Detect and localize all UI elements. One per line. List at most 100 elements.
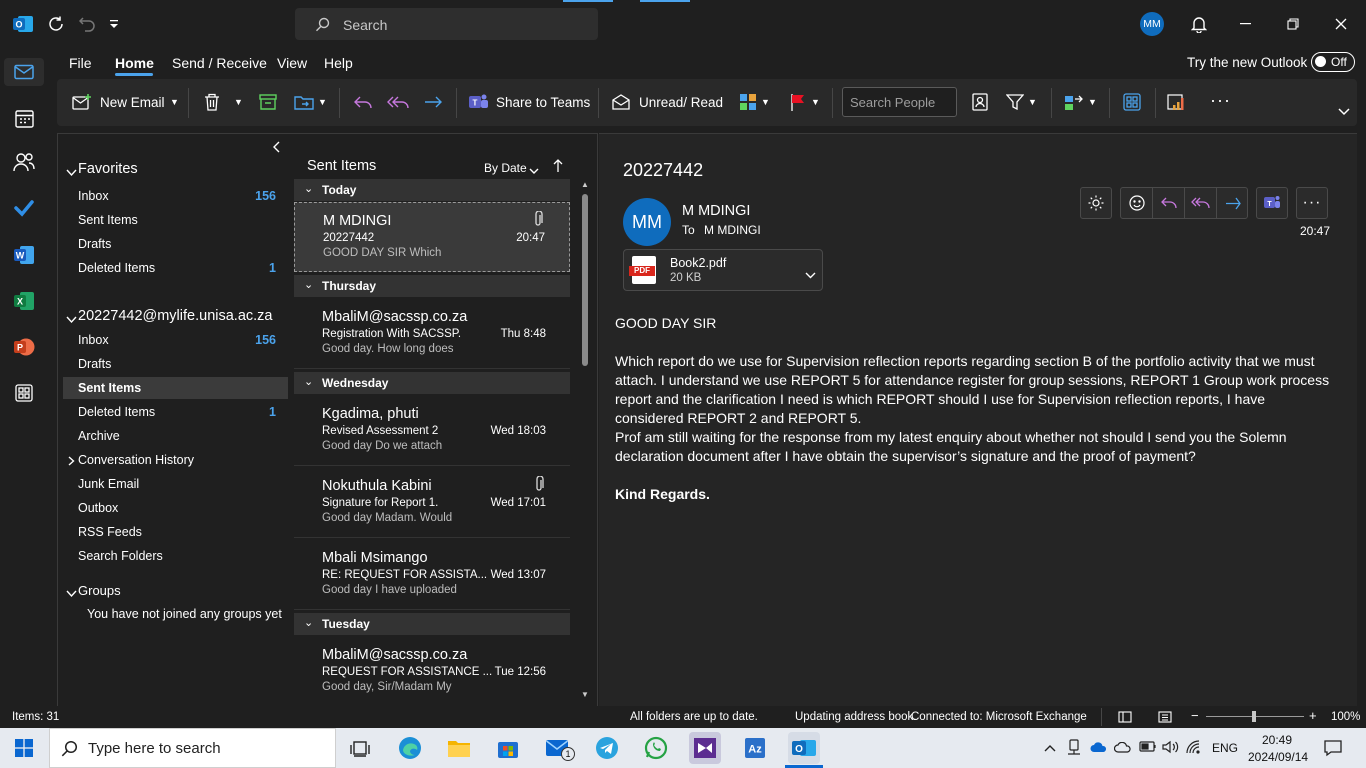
forward-button[interactable] [1217, 188, 1248, 218]
undo-icon[interactable] [76, 13, 98, 35]
onedrive-personal-icon[interactable] [1113, 741, 1132, 756]
zoom-slider[interactable] [1206, 711, 1304, 722]
move-dropdown-icon[interactable]: ▼ [318, 97, 327, 107]
menu-tab-send-receive[interactable]: Send / Receive [172, 55, 267, 71]
edge-icon[interactable] [394, 732, 426, 764]
attachment-menu-chevron-icon[interactable] [805, 267, 816, 282]
menu-tab-help[interactable]: Help [324, 55, 353, 71]
reply-icon[interactable] [352, 92, 374, 112]
calendar-icon[interactable] [12, 106, 36, 130]
favorites-chevron-icon[interactable] [66, 165, 77, 180]
clock-time[interactable]: 20:49 [1262, 733, 1292, 747]
move-icon[interactable] [292, 91, 316, 113]
sync-icon[interactable] [45, 13, 67, 35]
more-actions-button[interactable]: ··· [1296, 187, 1328, 219]
excel-icon[interactable]: X [12, 289, 36, 313]
message-item[interactable]: Nokuthula Kabini Signature for Report 1.… [294, 468, 570, 538]
message-item[interactable]: M MDINGI 20227442 20:47 GOOD DAY SIR Whi… [294, 202, 570, 272]
delete-icon[interactable] [202, 91, 222, 113]
folder-rss-feeds[interactable]: RSS Feeds [78, 525, 142, 539]
battery-icon[interactable] [1139, 740, 1157, 756]
attachment-card[interactable]: PDF Book2.pdf 20 KB [623, 249, 823, 291]
sort-direction-icon[interactable] [553, 159, 563, 176]
flag-dropdown-icon[interactable]: ▼ [811, 97, 820, 107]
powerpoint-icon[interactable]: P [12, 335, 36, 359]
todo-icon[interactable] [12, 196, 36, 220]
favorite-deleted-items[interactable]: Deleted Items [78, 261, 155, 275]
forward-icon[interactable] [422, 92, 444, 112]
categorize-dropdown-icon[interactable]: ▼ [761, 97, 770, 107]
filter-dropdown-icon[interactable]: ▼ [1028, 97, 1037, 107]
share-to-teams-button[interactable]: Share to Teams [496, 95, 590, 110]
show-hidden-icons-icon[interactable] [1044, 740, 1056, 755]
visual-studio-icon[interactable] [689, 732, 721, 764]
folder-search-folders[interactable]: Search Folders [78, 549, 163, 563]
search-input[interactable]: Search [295, 8, 598, 40]
favorite-sent-items[interactable]: Sent Items [78, 213, 138, 227]
sender-name[interactable]: M MDINGI [682, 203, 750, 219]
scrollbar-thumb[interactable] [582, 194, 588, 366]
device-icon[interactable] [1067, 739, 1081, 758]
account-header[interactable]: 20227442@mylife.unisa.ac.za [78, 308, 272, 324]
scroll-up-icon[interactable]: ▲ [581, 180, 589, 189]
new-outlook-toggle[interactable]: Off [1311, 52, 1355, 72]
teams-chat-button[interactable]: T [1256, 187, 1288, 219]
rules-dropdown-icon[interactable]: ▼ [1088, 97, 1097, 107]
onedrive-icon[interactable] [1090, 741, 1108, 756]
people-icon[interactable] [12, 150, 36, 174]
insights-icon[interactable] [1165, 90, 1189, 114]
folder-outbox[interactable]: Outbox [78, 501, 118, 515]
group-header-thursday[interactable]: ⌄ Thursday [294, 275, 570, 297]
archive-icon[interactable] [257, 91, 279, 113]
outlook-taskbar-icon[interactable]: O [788, 732, 820, 764]
menu-tab-home[interactable]: Home [115, 55, 154, 71]
file-explorer-icon[interactable] [443, 732, 475, 764]
bell-icon[interactable] [1188, 13, 1210, 35]
maximize-button[interactable] [1278, 13, 1308, 35]
message-item[interactable]: Mbali Msimango RE: REQUEST FOR ASSISTA..… [294, 540, 570, 610]
new-email-button[interactable]: New Email [100, 95, 165, 110]
apps-grid-icon[interactable] [1121, 91, 1143, 113]
more-apps-icon[interactable] [12, 381, 36, 405]
telegram-icon[interactable] [591, 732, 623, 764]
input-language[interactable]: ENG [1212, 741, 1238, 755]
group-header-wednesday[interactable]: ⌄ Wednesday [294, 372, 570, 394]
brightness-button[interactable] [1080, 187, 1112, 219]
sort-chevron-icon[interactable] [529, 163, 539, 178]
close-button[interactable] [1326, 13, 1356, 35]
customize-toolbar-icon[interactable] [106, 15, 122, 33]
whatsapp-icon[interactable] [640, 732, 672, 764]
sender-avatar[interactable]: MM [623, 198, 671, 246]
folder-junk-email[interactable]: Junk Email [78, 477, 139, 491]
reply-button[interactable] [1153, 188, 1185, 218]
menu-tab-view[interactable]: View [277, 55, 307, 71]
favorite-inbox[interactable]: Inbox [78, 189, 109, 203]
clock-date[interactable]: 2024/09/14 [1248, 750, 1308, 764]
word-icon[interactable]: W [12, 243, 36, 267]
scroll-down-icon[interactable]: ▼ [581, 690, 589, 699]
message-item[interactable]: Kgadima, phuti Revised Assessment 2 Wed … [294, 396, 570, 466]
search-people-input[interactable]: Search People [842, 87, 957, 117]
task-view-icon[interactable] [344, 732, 376, 764]
favorite-drafts[interactable]: Drafts [78, 237, 111, 251]
rules-icon[interactable] [1063, 91, 1085, 113]
new-email-dropdown-icon[interactable]: ▼ [170, 97, 179, 107]
windows-start-icon[interactable] [13, 738, 35, 758]
ribbon-collapse-icon[interactable] [1336, 104, 1352, 120]
react-button[interactable] [1121, 188, 1153, 218]
mail-app-icon[interactable]: 1 [542, 732, 575, 764]
zoom-level[interactable]: 100% [1331, 711, 1360, 723]
wifi-icon[interactable] [1186, 740, 1203, 757]
folder-sent-items[interactable]: Sent Items [78, 381, 141, 395]
folder-inbox[interactable]: Inbox [78, 333, 109, 347]
sort-by-date-button[interactable]: By Date [484, 161, 527, 175]
groups-chevron-icon[interactable] [66, 586, 77, 601]
avatar[interactable]: MM [1140, 12, 1164, 36]
taskbar-search-input[interactable]: Type here to search [49, 728, 336, 768]
folder-drafts[interactable]: Drafts [78, 357, 111, 371]
unread-read-button[interactable]: Unread/ Read [639, 95, 723, 110]
notifications-icon[interactable] [1324, 739, 1342, 760]
folder-conversation-history[interactable]: Conversation History [78, 453, 194, 467]
folder-archive[interactable]: Archive [78, 429, 120, 443]
favorites-header[interactable]: Favorites [78, 161, 138, 177]
